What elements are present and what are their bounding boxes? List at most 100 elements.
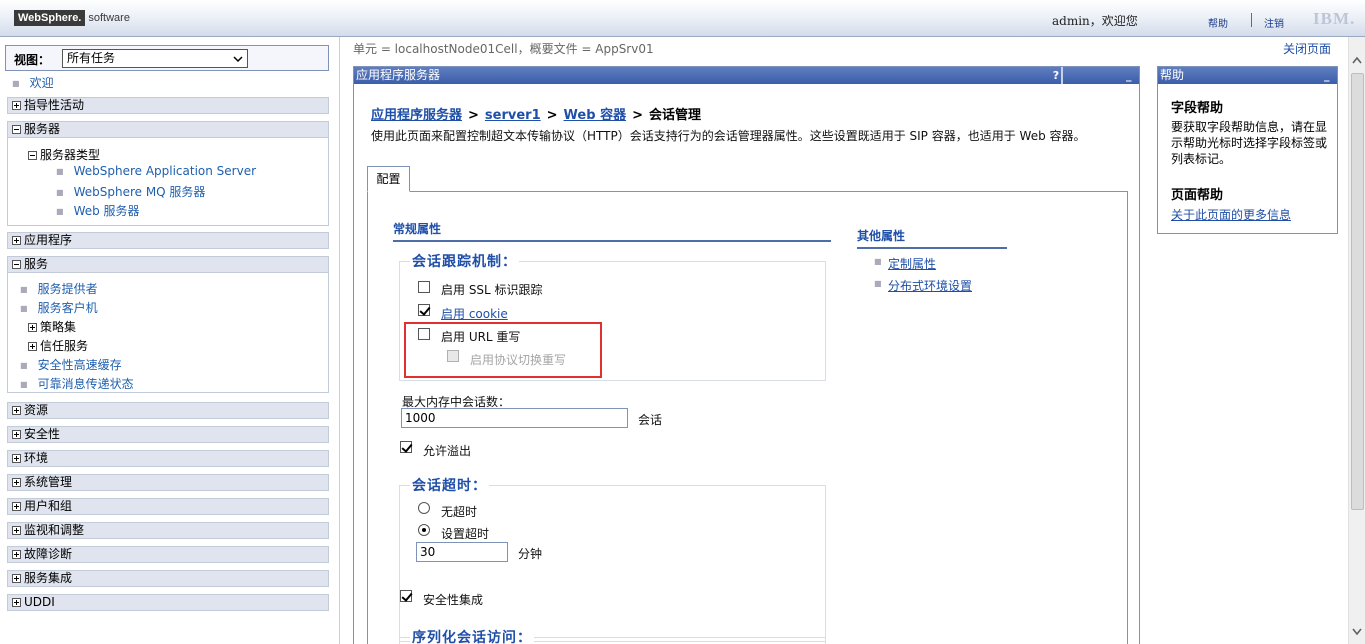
bullet-icon: ■	[20, 304, 28, 313]
nav-web-server[interactable]: ■ Web 服务器	[56, 202, 140, 219]
breadcrumb-app-servers[interactable]: 应用程序服务器	[371, 108, 462, 123]
nav-service-integration[interactable]: 服务集成	[7, 570, 329, 587]
session-tracking-legend: 会话跟踪机制：	[410, 251, 519, 271]
vertical-scrollbar[interactable]	[1348, 37, 1365, 644]
logout-link[interactable]: 注销	[1264, 15, 1284, 30]
breadcrumb: 应用程序服务器 > server1 > Web 容器 > 会话管理	[371, 104, 701, 123]
allow-overflow-label: 允许溢出	[423, 444, 472, 458]
nav-applications[interactable]: 应用程序	[7, 232, 329, 249]
nav-cat-label: 环境	[24, 451, 49, 465]
nav-cat-label: 资源	[24, 403, 49, 417]
collapse-icon	[28, 151, 37, 160]
nav-servers[interactable]: 服务器	[7, 121, 329, 138]
nav-policy-sets[interactable]: 策略集	[28, 318, 76, 335]
nav-uddi[interactable]: UDDI	[7, 594, 329, 611]
nav-troubleshooting[interactable]: 故障诊断	[7, 546, 329, 563]
expand-icon	[12, 550, 21, 559]
no-timeout-label: 无超时	[441, 505, 478, 519]
breadcrumb-server1[interactable]: server1	[485, 108, 541, 123]
other-properties-heading: 其他属性	[857, 227, 1007, 249]
custom-properties-link[interactable]: 定制属性	[888, 255, 936, 272]
distributed-env-settings-link[interactable]: 分布式环境设置	[888, 277, 972, 294]
security-integration-label: 安全性集成	[423, 593, 484, 607]
set-timeout-label: 设置超时	[441, 527, 490, 541]
nav-websphere-mq-server[interactable]: ■ WebSphere MQ 服务器	[56, 183, 205, 200]
expand-icon	[12, 598, 21, 607]
help-link[interactable]: 帮助	[1208, 15, 1228, 30]
expand-icon	[28, 342, 37, 351]
max-sessions-input[interactable]	[401, 408, 628, 428]
cookie-link[interactable]: 启用 cookie	[441, 305, 508, 322]
bullet-icon: ■	[56, 188, 64, 197]
protocol-switch-label: 启用协议切换重写	[470, 353, 567, 367]
bullet-icon: ■	[874, 257, 882, 266]
close-page-link[interactable]: 关闭页面	[1283, 40, 1331, 57]
nav-service-clients[interactable]: ■ 服务客户机	[20, 299, 98, 316]
timeout-minutes-input[interactable]	[416, 542, 508, 562]
minimize-icon[interactable]: _	[1324, 67, 1330, 84]
bullet-icon: ■	[56, 207, 64, 216]
nav-users-groups[interactable]: 用户和组	[7, 498, 329, 515]
nav-reliable-messaging[interactable]: ■ 可靠消息传递状态	[20, 375, 134, 392]
expand-icon	[12, 502, 21, 511]
websphere-logo: WebSphere. software	[14, 9, 130, 27]
nav-environment[interactable]: 环境	[7, 450, 329, 467]
nav-monitoring[interactable]: 监视和调整	[7, 522, 329, 539]
protocol-switch-checkbox[interactable]	[447, 350, 459, 362]
no-timeout-radio[interactable]	[418, 502, 430, 514]
nav-link-label: 服务提供者	[37, 282, 98, 296]
url-rewrite-checkbox[interactable]	[418, 328, 430, 340]
collapse-icon	[12, 125, 21, 134]
set-timeout-radio[interactable]	[418, 524, 430, 536]
nav-security[interactable]: 安全性	[7, 426, 329, 443]
minimize-icon[interactable]: _	[1126, 67, 1138, 84]
page-help-heading: 页面帮助	[1171, 188, 1224, 203]
bullet-icon: ■	[20, 285, 28, 294]
nav-sub-label: 策略集	[40, 320, 77, 334]
help-panel: 帮助 _ 字段帮助 要获取字段帮助信息，请在显示帮助光标时选择字段标签或列表标记…	[1157, 66, 1338, 234]
nav-cat-label: 服务器	[24, 122, 61, 136]
nav-cat-label: 用户和组	[24, 499, 73, 513]
expand-icon	[12, 526, 21, 535]
expand-icon	[12, 406, 21, 415]
page-help-link[interactable]: 关于此页面的更多信息	[1171, 206, 1291, 223]
general-properties-heading: 常规属性	[393, 220, 831, 242]
breadcrumb-web-container[interactable]: Web 容器	[564, 108, 627, 123]
nav-security-cache[interactable]: ■ 安全性高速缓存	[20, 356, 122, 373]
bullet-icon: ■	[20, 380, 28, 389]
ssl-tracking-checkbox[interactable]	[418, 281, 430, 293]
nav-services-group: ■ 服务提供者 ■ 服务客户机 策略集 信任服务 ■ 安全性高速缓存 ■ 可靠消息传递状…	[7, 273, 329, 393]
nav-services[interactable]: 服务	[7, 256, 329, 273]
expand-icon	[28, 323, 37, 332]
cookie-checkbox[interactable]	[418, 304, 430, 316]
nav-link-label: 安全性高速缓存	[37, 358, 122, 372]
brand-text: WebSphere.	[14, 10, 86, 26]
collapse-icon	[12, 260, 21, 269]
nav-websphere-app-server[interactable]: ■ WebSphere Application Server	[56, 164, 256, 178]
nav-guided-activities[interactable]: 指导性活动	[7, 97, 329, 114]
scroll-down-arrow-icon[interactable]	[1349, 623, 1365, 639]
nav-trust-service[interactable]: 信任服务	[28, 337, 88, 354]
nav-service-providers[interactable]: ■ 服务提供者	[20, 280, 98, 297]
nav-cat-label: 应用程序	[24, 233, 73, 247]
panel-title: 应用程序服务器	[354, 67, 1139, 84]
nav-cat-label: 服务集成	[24, 571, 73, 585]
nav-server-types[interactable]: 服务器类型	[28, 146, 100, 163]
nav-resources[interactable]: 资源	[7, 402, 329, 419]
nav-cat-label: 监视和调整	[24, 523, 85, 537]
nav-system-admin[interactable]: 系统管理	[7, 474, 329, 491]
expand-icon	[12, 430, 21, 439]
nav-link-label: 可靠消息传递状态	[37, 377, 134, 391]
tab-configuration[interactable]: 配置	[367, 166, 410, 192]
scrollbar-thumb[interactable]	[1351, 73, 1364, 510]
nav-link-label: WebSphere Application Server	[73, 164, 257, 178]
banner-divider	[1251, 13, 1252, 27]
nav-link-label: Web 服务器	[73, 204, 140, 218]
security-integration-checkbox[interactable]	[400, 590, 412, 602]
nav-welcome-link[interactable]: ■ 欢迎	[12, 74, 54, 91]
nav-servers-group: 服务器类型 ■ WebSphere Application Server ■ Web…	[7, 138, 329, 226]
allow-overflow-checkbox[interactable]	[400, 441, 412, 453]
scroll-up-arrow-icon[interactable]	[1349, 53, 1365, 69]
view-select[interactable]: 所有任务	[62, 49, 248, 68]
help-panel-title: 帮助	[1158, 67, 1337, 84]
